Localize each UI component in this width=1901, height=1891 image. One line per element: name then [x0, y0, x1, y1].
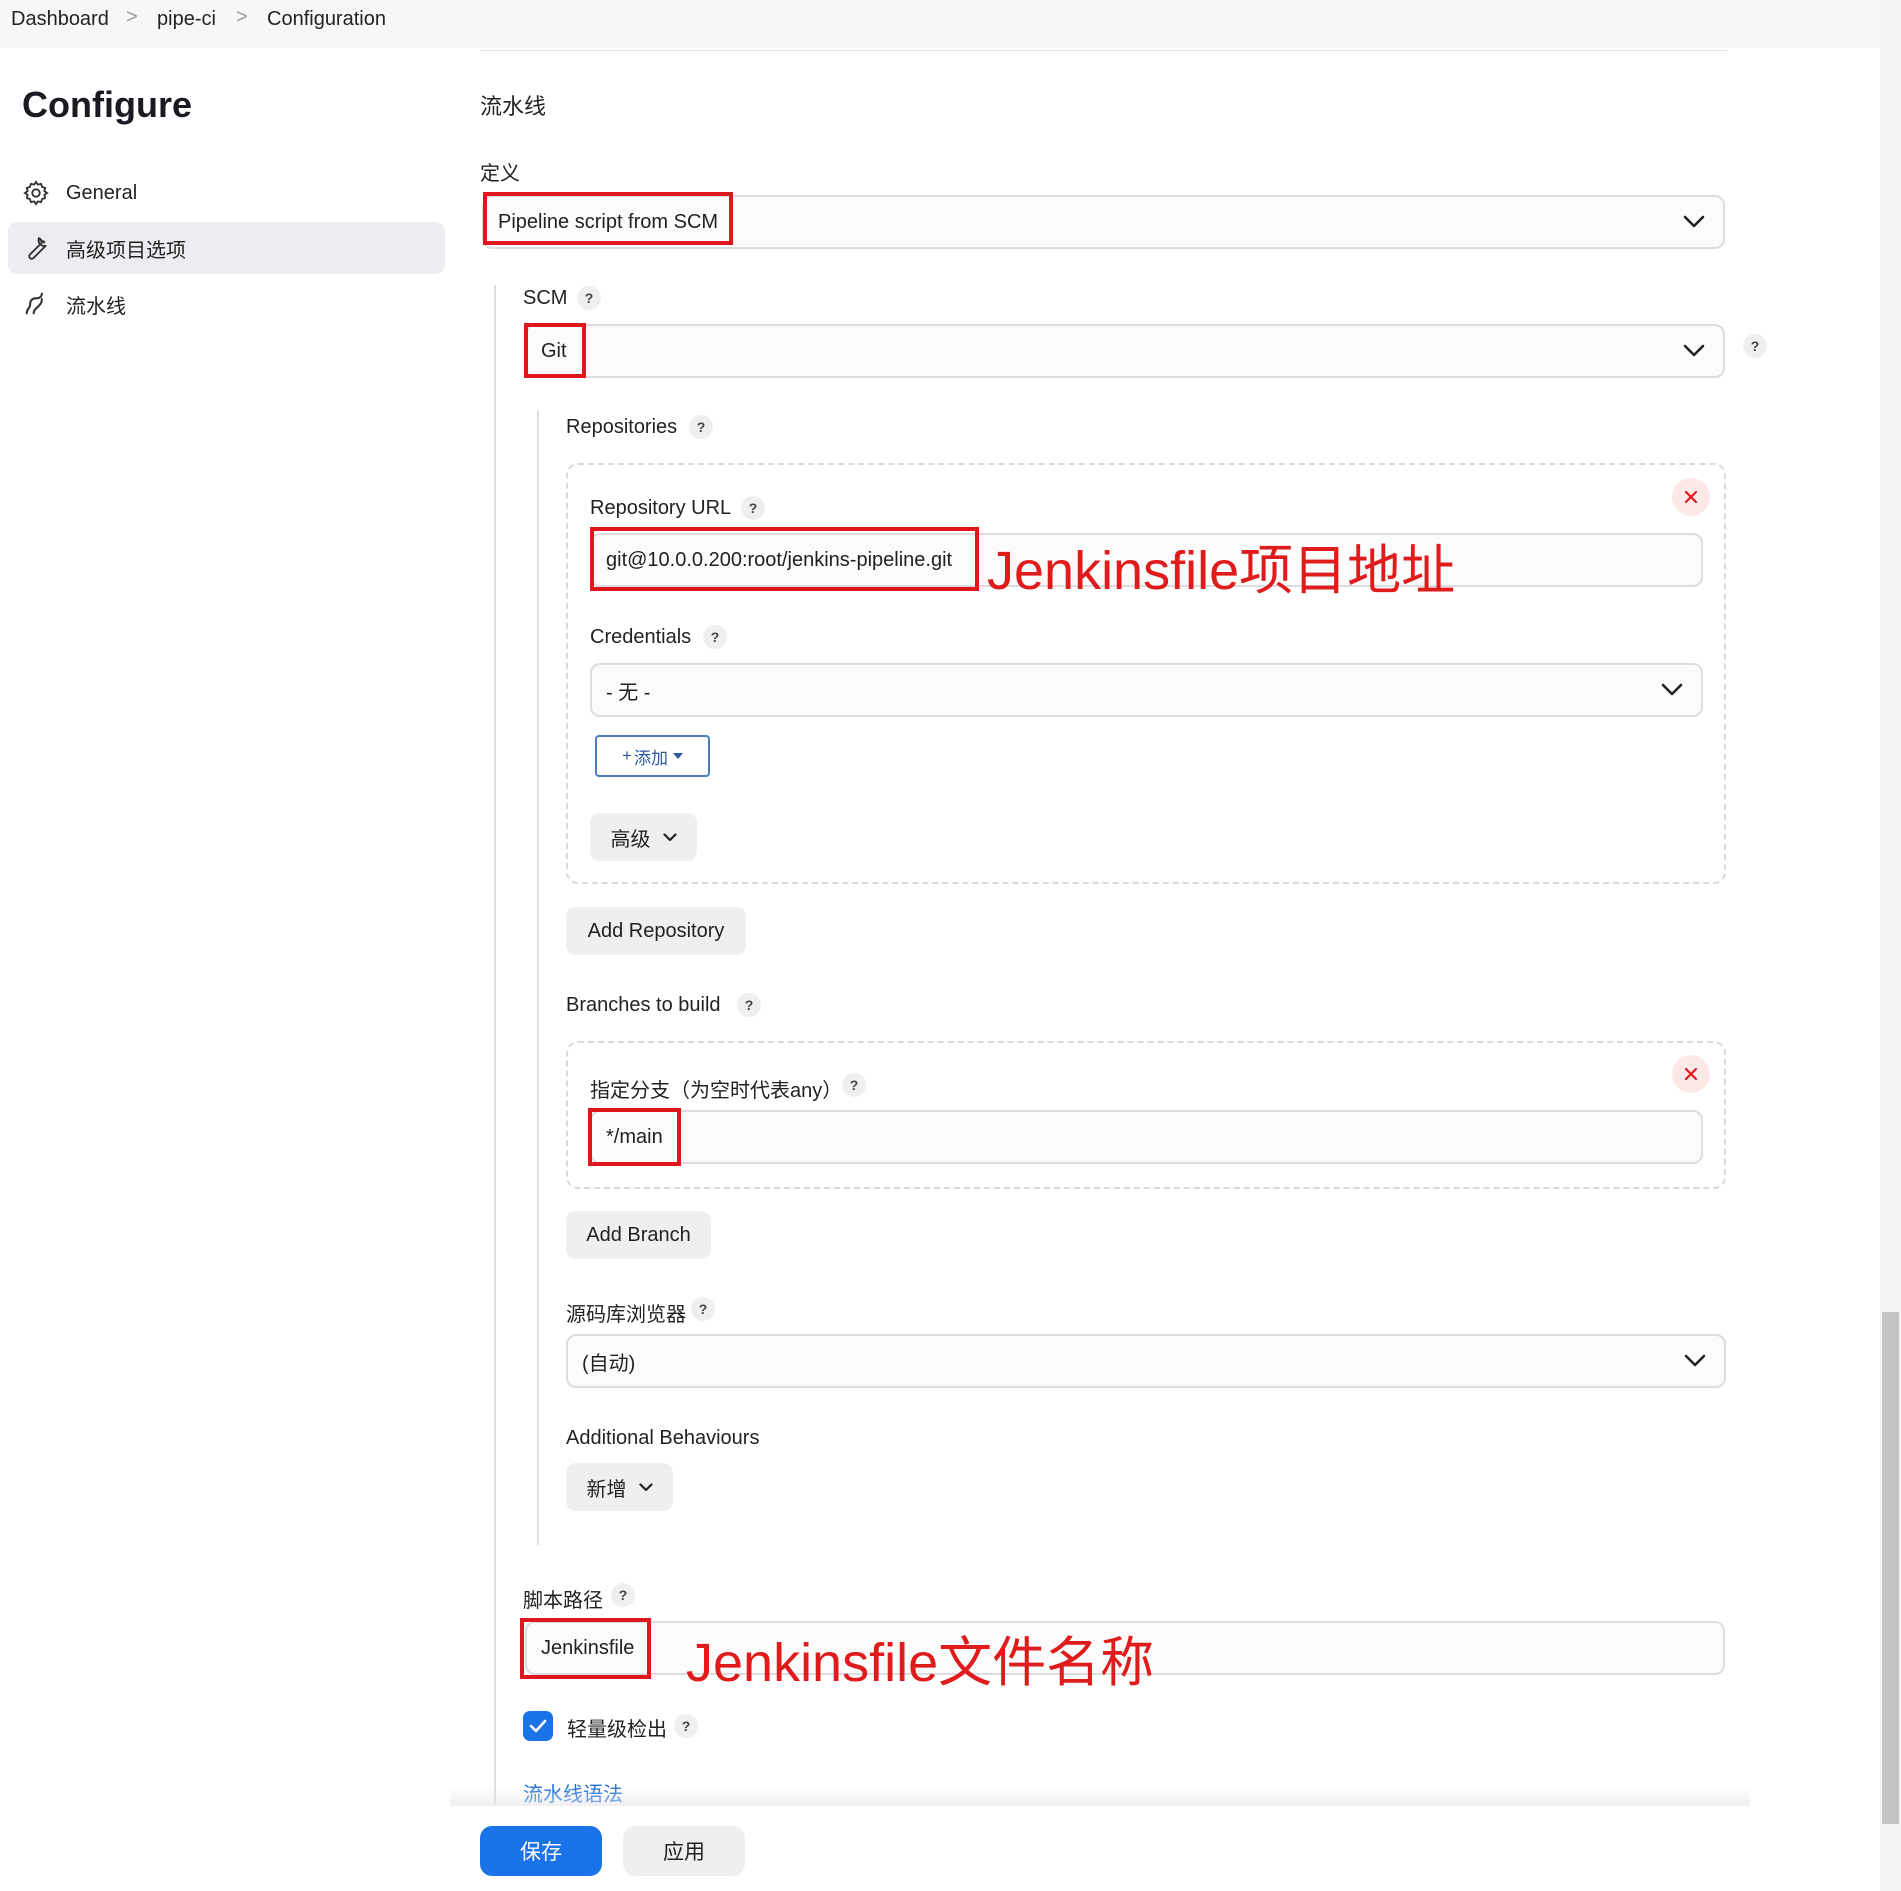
plus-icon: +	[622, 746, 632, 765]
add-repository-button[interactable]: Add Repository	[566, 907, 746, 955]
remove-branch-button[interactable]	[1672, 1055, 1710, 1093]
annotation-box	[588, 1108, 681, 1166]
help-icon[interactable]: ?	[741, 496, 765, 520]
help-icon[interactable]: ?	[611, 1583, 635, 1607]
branch-specifier-label: 指定分支（为空时代表any）	[590, 1080, 843, 1102]
help-icon[interactable]: ?	[674, 1714, 698, 1738]
additional-behaviours-label: Additional Behaviours	[566, 1427, 760, 1449]
chevron-down-icon	[1683, 344, 1705, 357]
annotation-box	[483, 192, 733, 245]
definition-label: 定义	[480, 163, 520, 185]
sidebar-item-label: General	[66, 181, 138, 204]
script-path-annotation: Jenkinsfile文件名称	[686, 1633, 1155, 1693]
repositories-label: Repositories	[566, 416, 678, 438]
sidebar-item-pipeline[interactable]: 流水线	[8, 278, 445, 330]
breadcrumb-pipe-ci[interactable]: pipe-ci	[157, 8, 216, 31]
advanced-button[interactable]: 高级	[590, 813, 697, 861]
sidebar-item-label: 高级项目选项	[66, 239, 186, 262]
repo-browser-label: 源码库浏览器	[566, 1304, 686, 1326]
add-behaviour-button[interactable]: 新增	[566, 1463, 673, 1511]
scm-label: SCM	[523, 287, 568, 309]
lightweight-label: 轻量级检出	[567, 1719, 667, 1741]
remove-repository-button[interactable]	[1672, 478, 1710, 516]
annotation-box	[590, 527, 979, 591]
script-path-label: 脚本路径	[523, 1590, 603, 1612]
chevron-down-icon	[638, 1482, 653, 1491]
divider	[480, 50, 1727, 51]
add-credentials-label: 添加	[633, 748, 668, 768]
wrench-icon	[22, 234, 50, 262]
help-icon[interactable]: ?	[577, 286, 601, 310]
credentials-select[interactable]: - 无 -	[590, 663, 1703, 717]
pipeline-icon	[22, 290, 50, 318]
credentials-label: Credentials	[590, 626, 692, 648]
breadcrumb-separator: >	[126, 6, 138, 28]
chevron-down-icon	[1683, 215, 1705, 228]
breadcrumb-configuration[interactable]: Configuration	[267, 8, 386, 31]
footer-divider	[450, 1786, 1750, 1806]
close-icon	[1684, 490, 1698, 504]
branches-label: Branches to build	[566, 994, 721, 1016]
lightweight-checkbox[interactable]	[523, 1711, 553, 1741]
gear-icon	[22, 179, 50, 207]
add-branch-button[interactable]: Add Branch	[566, 1211, 711, 1259]
save-button[interactable]: 保存	[480, 1826, 602, 1876]
add-behaviour-label: 新增	[586, 1478, 627, 1501]
add-credentials-button[interactable]: + 添加	[595, 735, 710, 777]
scm-select[interactable]: Git	[525, 324, 1725, 378]
help-icon[interactable]: ?	[1743, 334, 1767, 358]
chevron-down-icon	[662, 832, 677, 841]
help-icon[interactable]: ?	[689, 415, 713, 439]
sidebar-item-advanced[interactable]: 高级项目选项	[8, 222, 445, 274]
page-title: Configure	[22, 84, 192, 125]
chevron-down-icon	[1684, 1354, 1706, 1367]
close-icon	[1684, 1067, 1698, 1081]
nesting-line	[494, 285, 496, 1805]
sidebar-item-general[interactable]: General	[8, 167, 445, 219]
advanced-label: 高级	[610, 828, 651, 851]
repo-browser-select[interactable]: (自动)	[566, 1334, 1726, 1388]
help-icon[interactable]: ?	[842, 1073, 866, 1097]
help-icon[interactable]: ?	[737, 993, 761, 1017]
chevron-down-icon	[1661, 683, 1683, 696]
nesting-line	[537, 410, 539, 1545]
checkmark-icon	[529, 1719, 547, 1733]
help-icon[interactable]: ?	[703, 625, 727, 649]
annotation-box	[524, 323, 586, 378]
branch-input[interactable]: */main	[590, 1110, 1703, 1164]
apply-button[interactable]: 应用	[623, 1826, 745, 1876]
caret-down-icon	[672, 753, 683, 759]
help-icon[interactable]: ?	[691, 1297, 715, 1321]
repo-url-annotation: Jenkinsfile项目地址	[987, 541, 1456, 601]
repo-browser-value: (自动)	[582, 1352, 636, 1375]
breadcrumb-dashboard[interactable]: Dashboard	[11, 8, 109, 31]
sidebar-item-label: 流水线	[66, 295, 126, 318]
scrollbar-thumb[interactable]	[1882, 1312, 1899, 1824]
credentials-value: - 无 -	[606, 681, 651, 704]
breadcrumb-separator: >	[236, 6, 248, 28]
annotation-box	[520, 1618, 651, 1679]
section-title: 流水线	[480, 94, 547, 119]
repo-url-label: Repository URL	[590, 497, 732, 519]
